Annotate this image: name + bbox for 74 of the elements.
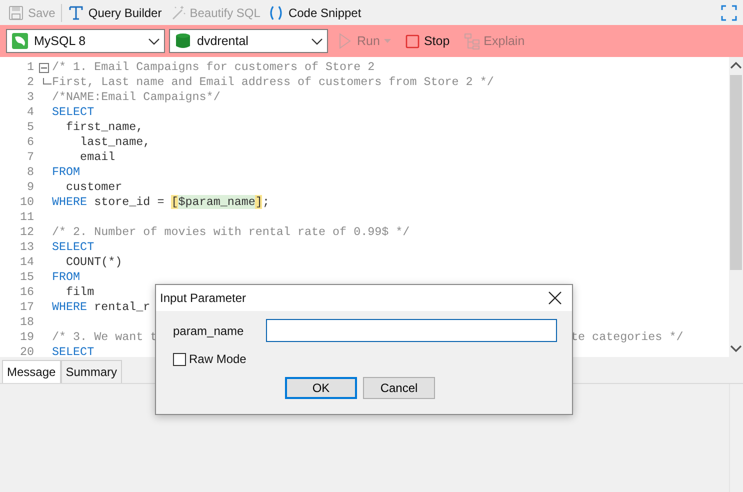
code-comment: te categories */ bbox=[571, 330, 684, 344]
line-number: 10 bbox=[18, 195, 35, 210]
chevron-down-icon bbox=[148, 36, 160, 46]
sql-keyword: WHERE bbox=[52, 195, 88, 209]
stop-button[interactable]: Stop bbox=[400, 32, 455, 50]
code-text: film bbox=[65, 285, 94, 299]
play-icon bbox=[337, 32, 353, 50]
code-comment: First, Last name and Email address of customers from Store 2 */ bbox=[52, 75, 494, 89]
parameter-highlight: [ bbox=[171, 195, 178, 209]
sql-keyword: WHERE bbox=[52, 300, 88, 314]
code-comment: /* 1. Email Campaigns for customers of Store 2 bbox=[52, 60, 375, 74]
line-number: 12 bbox=[18, 225, 35, 240]
database-icon bbox=[174, 32, 192, 50]
line-number: 20 bbox=[18, 345, 35, 360]
tab[interactable]: Message bbox=[2, 360, 61, 383]
close-icon[interactable] bbox=[548, 291, 562, 305]
line-number: 16 bbox=[18, 285, 35, 300]
scroll-up-icon[interactable] bbox=[729, 61, 743, 70]
code-comment: /*NAME:Email Campaigns*/ bbox=[52, 90, 220, 104]
stop-icon bbox=[404, 34, 420, 48]
save-icon bbox=[8, 4, 24, 20]
line-number: 14 bbox=[18, 255, 35, 270]
sql-keyword: FROM bbox=[52, 165, 80, 179]
sql-keyword: SELECT bbox=[52, 345, 94, 359]
checkbox-label: Raw Mode bbox=[189, 351, 246, 368]
line-number: 9 bbox=[26, 180, 35, 195]
line-number: 8 bbox=[26, 165, 35, 180]
parameter-highlight: ] bbox=[255, 195, 262, 209]
chevron-down-icon bbox=[311, 36, 323, 46]
code-text: store_id = bbox=[93, 195, 166, 209]
code-text: first_name, bbox=[65, 120, 144, 134]
ok-button[interactable]: OK bbox=[285, 377, 357, 399]
code-text: customer bbox=[65, 180, 122, 194]
dropdown[interactable]: dvdrental bbox=[169, 29, 328, 53]
line-number: 4 bbox=[26, 105, 35, 120]
sql-keyword: SELECT bbox=[52, 240, 94, 254]
line-number: 1 bbox=[26, 60, 35, 75]
code-comment: /* 2. Number of movies with rental rate of 0.99$ */ bbox=[52, 225, 410, 239]
line-number: 15 bbox=[18, 270, 35, 285]
checkbox[interactable] bbox=[173, 352, 186, 366]
line-number: 17 bbox=[18, 300, 35, 315]
line-number: 19 bbox=[18, 330, 35, 345]
line-number: 18 bbox=[18, 315, 35, 330]
line-number: 13 bbox=[18, 240, 35, 255]
line-number: 6 bbox=[26, 135, 35, 150]
dialog-title: Input Parameter bbox=[160, 290, 246, 307]
code-text: email bbox=[79, 150, 116, 164]
caret-icon bbox=[384, 39, 391, 43]
line-number: 7 bbox=[26, 150, 35, 165]
parentheses-icon bbox=[268, 4, 284, 20]
toolbar-button[interactable]: Code Snippet bbox=[264, 2, 366, 24]
field-label: param_name bbox=[173, 322, 245, 340]
sql-keyword: FROM bbox=[52, 270, 80, 284]
scrollbar[interactable] bbox=[729, 57, 743, 357]
code-text: COUNT(*) bbox=[65, 255, 122, 269]
toolbar-button[interactable]: Query Builder bbox=[64, 2, 166, 24]
line-number: 3 bbox=[26, 90, 35, 105]
magic-wand-icon bbox=[170, 4, 186, 20]
builder-icon bbox=[68, 4, 84, 20]
dropdown[interactable]: MySQL 8 bbox=[6, 29, 165, 53]
code-text: ; bbox=[262, 195, 270, 209]
tab[interactable]: Summary bbox=[60, 360, 122, 383]
code-text: rental_r bbox=[93, 300, 150, 314]
input-field[interactable] bbox=[266, 319, 557, 342]
code-text: last_name, bbox=[79, 135, 150, 149]
parameter-highlight: $param_name bbox=[178, 195, 256, 209]
scroll-down-icon[interactable] bbox=[729, 344, 743, 353]
line-number: 11 bbox=[18, 210, 35, 225]
cancel-button[interactable]: Cancel bbox=[363, 377, 435, 399]
line-number: 2 bbox=[26, 75, 35, 90]
fullscreen-icon[interactable] bbox=[721, 4, 737, 20]
sql-keyword: SELECT bbox=[52, 105, 94, 119]
tree-icon bbox=[464, 32, 480, 50]
line-number: 5 bbox=[26, 120, 35, 135]
